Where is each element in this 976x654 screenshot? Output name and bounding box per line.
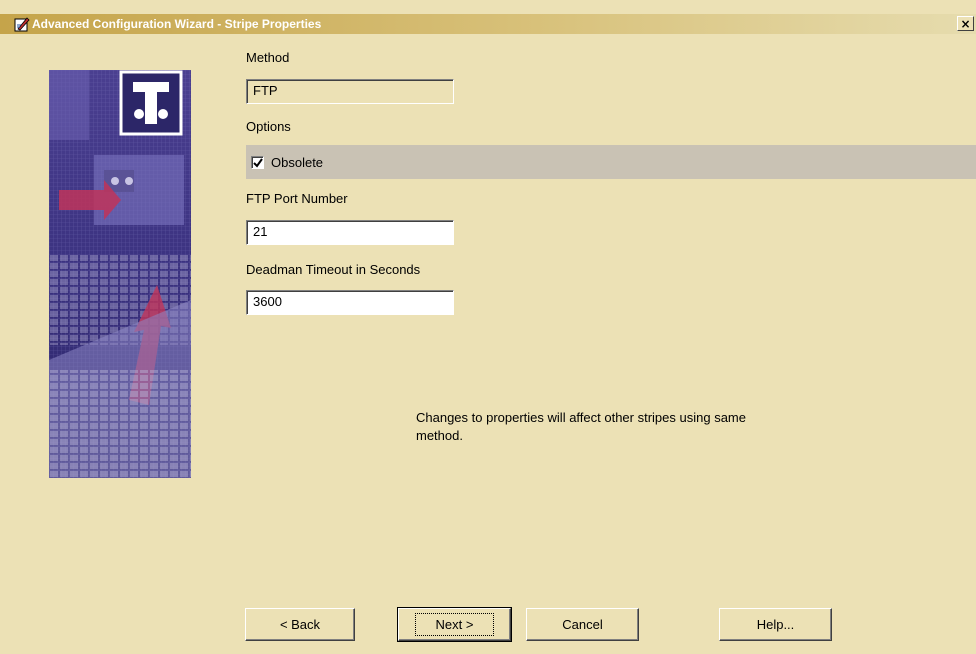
window-title: Advanced Configuration Wizard - Stripe P… <box>32 17 322 31</box>
wizard-side-illustration <box>49 70 191 478</box>
ftp-port-label: FTP Port Number <box>246 191 348 206</box>
obsolete-label[interactable]: Obsolete <box>271 155 323 170</box>
timeout-input[interactable]: 3600 <box>246 290 454 315</box>
options-label: Options <box>246 119 291 134</box>
cancel-button[interactable]: Cancel <box>526 608 639 641</box>
close-icon: × <box>960 17 971 31</box>
help-button[interactable]: Help... <box>719 608 832 641</box>
method-field: FTP <box>246 79 454 104</box>
checkmark-icon <box>253 158 263 168</box>
wizard-app-icon <box>14 16 30 32</box>
back-button[interactable]: < Back <box>245 608 355 641</box>
timeout-label: Deadman Timeout in Seconds <box>246 262 421 277</box>
method-label: Method <box>246 50 290 65</box>
cancel-button-label: Cancel <box>562 617 603 632</box>
back-button-label: < Back <box>279 617 321 632</box>
ftp-port-input[interactable]: 21 <box>246 220 454 245</box>
title-bar[interactable]: Advanced Configuration Wizard - Stripe P… <box>0 14 976 34</box>
properties-note: Changes to properties will affect other … <box>416 410 746 443</box>
help-button-label: Help... <box>756 617 795 632</box>
close-button[interactable]: × <box>957 16 974 31</box>
next-button-label: Next > <box>414 613 495 636</box>
obsolete-checkbox[interactable] <box>251 156 264 169</box>
next-button[interactable]: Next > <box>397 607 512 642</box>
options-row: Obsolete <box>246 145 976 179</box>
